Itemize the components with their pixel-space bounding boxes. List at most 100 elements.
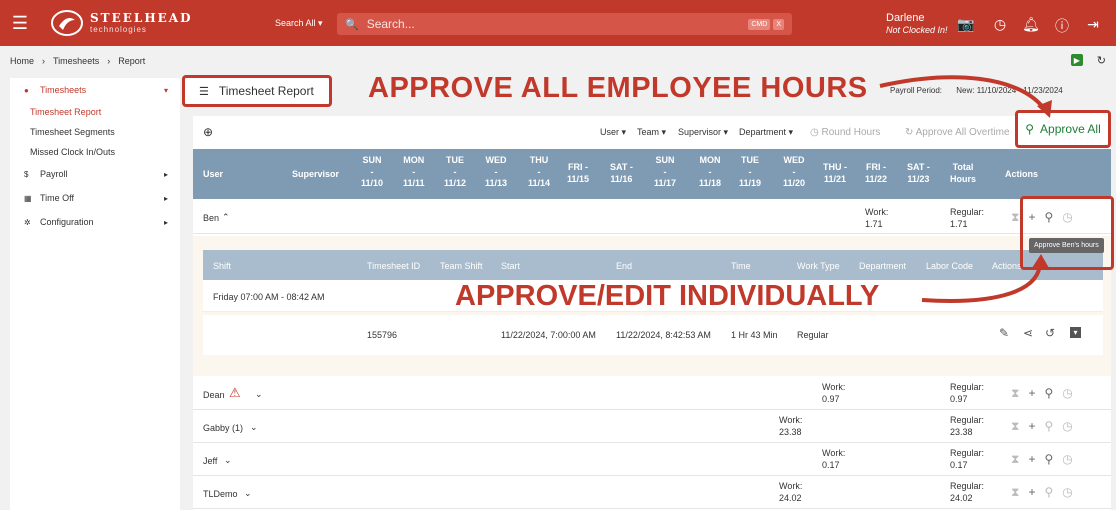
col-day-line: - <box>412 166 416 177</box>
col-day-line: WED <box>783 155 805 165</box>
add-icon[interactable]: + <box>1028 419 1035 434</box>
col-day-line: MON <box>403 155 425 165</box>
approve-stamp-icon[interactable]: ⚲ <box>1044 419 1053 434</box>
hourglass-icon[interactable]: ⧗ <box>1011 419 1019 434</box>
filter-team[interactable]: Team ▾ <box>637 127 666 138</box>
add-icon[interactable]: + <box>1028 485 1035 500</box>
history-icon[interactable]: ◷ <box>1062 419 1072 434</box>
employee-name[interactable]: Gabby (1) <box>203 422 243 434</box>
filter-supervisor[interactable]: Supervisor ▾ <box>678 127 728 138</box>
list-menu-icon[interactable]: ☰ <box>199 85 209 98</box>
camera-icon[interactable]: 📷 <box>957 16 975 33</box>
brand-name: STEELHEAD <box>90 11 193 25</box>
col-total-hours[interactable]: Total Hours <box>950 162 976 185</box>
play-icon[interactable]: ▶ <box>1070 54 1083 66</box>
approve-all-button[interactable]: ⚲ Approve All <box>1015 110 1111 148</box>
chevron-down-icon[interactable]: ⌄ <box>224 454 232 466</box>
history-icon[interactable]: ◷ <box>1062 452 1072 467</box>
employee-name[interactable]: Jeff <box>203 455 217 467</box>
logout-icon[interactable]: ⇥ <box>1084 16 1102 33</box>
bell-icon[interactable]: 🔔︎ <box>1022 16 1040 33</box>
sidebar-item-payroll[interactable]: $ Payroll ▸ <box>10 162 180 186</box>
work-hours: Work: 24.02 <box>779 480 802 504</box>
regular-value: 0.17 <box>950 460 968 471</box>
payroll-period[interactable]: Payroll Period: New: 11/10/2024 - 11/23/… <box>890 86 1063 95</box>
round-hours-button[interactable]: ◷ Round Hours <box>810 127 880 138</box>
chevron-down-icon[interactable]: ⌄ <box>244 487 252 499</box>
approve-stamp-icon[interactable]: ⚲ <box>1044 452 1053 467</box>
search-input[interactable]: 🔍 Search... CMD X <box>337 13 792 35</box>
info-icon[interactable]: ⓘ <box>1053 16 1071 36</box>
col-day-line: 11/12 <box>444 178 467 189</box>
history-icon[interactable]: ◷ <box>1062 485 1072 500</box>
regular-label: Regular: <box>950 207 985 217</box>
approve-stamp-icon[interactable]: ⚲ <box>1044 485 1053 500</box>
menu-icon[interactable]: ☰ <box>0 0 40 46</box>
hourglass-icon[interactable]: ⧗ <box>1011 452 1019 467</box>
breadcrumb-timesheets[interactable]: Timesheets <box>53 56 99 66</box>
user-info[interactable]: Darlene Not Clocked In! <box>886 12 948 36</box>
col-day-line: THU - <box>823 162 847 172</box>
chevron-down-icon[interactable]: ⌄ <box>255 388 263 400</box>
page-title: ☰ Timesheet Report <box>182 75 332 107</box>
col-day-line: 11/22 <box>865 173 888 184</box>
work-label: Work: <box>779 415 803 425</box>
sidebar-item-configuration[interactable]: ✲ Configuration ▸ <box>10 210 180 234</box>
col-day: THU -11/14 <box>528 155 550 190</box>
col-supervisor[interactable]: Supervisor <box>292 169 339 181</box>
download-icon[interactable]: ⊕ <box>203 125 213 139</box>
col-day: TUE -11/19 <box>739 155 761 190</box>
table-row: Gabby (1) ⌄ Work: 23.38 Regular: 23.38 ⧗… <box>193 410 1111 443</box>
sidebar-sub-missed-clock[interactable]: Missed Clock In/Outs <box>10 142 180 162</box>
col-day: SAT -11/16 <box>610 162 633 185</box>
regular-hours: Regular: 24.02 <box>950 480 984 504</box>
breadcrumb-home[interactable]: Home <box>10 56 34 66</box>
row-actions: ⧗ + ⚲ ◷ <box>1011 452 1073 467</box>
chevron-down-icon[interactable]: ⌄ <box>250 421 258 433</box>
sidebar-item-label: Payroll <box>40 169 68 179</box>
brand-logo[interactable]: STEELHEAD technologies <box>50 8 200 38</box>
sidebar-sub-timesheet-report[interactable]: Timesheet Report <box>10 102 180 122</box>
filter-user-label: User <box>600 127 620 137</box>
col-day-line: 11/20 <box>783 178 806 189</box>
history-icon[interactable]: ↺ <box>1045 326 1055 340</box>
approve-stamp-icon[interactable]: ⚲ <box>1044 386 1053 401</box>
sidebar-item-timesheets[interactable]: ● Timesheets ▾ <box>10 78 180 102</box>
search-scope-dropdown[interactable]: Search All ▾ <box>275 18 323 29</box>
filter-user[interactable]: User ▾ <box>600 127 626 138</box>
hourglass-icon[interactable]: ⧗ <box>1011 485 1019 500</box>
hourglass-icon[interactable]: ⧗ <box>1011 210 1019 225</box>
start-time: 11/22/2024, 7:00:00 AM <box>501 330 596 340</box>
clock-icon[interactable]: ◷ <box>991 16 1009 33</box>
refresh-icon[interactable]: ↻ <box>1097 54 1106 67</box>
add-icon[interactable]: + <box>1028 386 1035 401</box>
top-bar: ☰ STEELHEAD technologies Search All ▾ 🔍 … <box>0 0 1116 46</box>
share-icon[interactable]: ⋖ <box>1023 326 1033 340</box>
archive-icon[interactable]: ▾ <box>1070 327 1081 338</box>
kbd-x: X <box>773 18 784 30</box>
col-day-line: 11/19 <box>739 178 762 189</box>
employee-name[interactable]: Ben <box>203 212 219 224</box>
sidebar-item-time-off[interactable]: ▦ Time Off ▸ <box>10 186 180 210</box>
col-day-line: 11/13 <box>485 178 508 189</box>
sidebar-sub-timesheet-segments[interactable]: Timesheet Segments <box>10 122 180 142</box>
employee-name[interactable]: TLDemo <box>203 488 238 500</box>
employee-name[interactable]: Dean <box>203 389 225 401</box>
annotation-approve-all: APPROVE ALL EMPLOYEE HOURS <box>368 72 868 104</box>
approve-all-overtime-button[interactable]: ↻ Approve All Overtime <box>905 127 1013 138</box>
history-icon[interactable]: ◷ <box>1062 386 1072 401</box>
col-day: FRI -11/22 <box>865 162 887 185</box>
sidebar-item-label: Timesheets <box>40 85 87 95</box>
add-icon[interactable]: + <box>1028 452 1035 467</box>
col-day-line: 11/17 <box>654 178 677 189</box>
col-user[interactable]: User <box>203 169 223 181</box>
chevron-up-icon[interactable]: ⌃ <box>222 211 230 223</box>
breadcrumb-separator-icon: › <box>107 56 111 66</box>
hourglass-icon[interactable]: ⧗ <box>1011 386 1019 401</box>
filter-department[interactable]: Department ▾ <box>739 127 793 138</box>
col-labor-code: Labor Code <box>926 261 974 271</box>
edit-icon[interactable]: ✎ <box>999 326 1009 340</box>
search-icon: 🔍 <box>345 18 359 31</box>
col-department: Department <box>859 261 907 271</box>
work-value: 23.38 <box>779 427 802 438</box>
